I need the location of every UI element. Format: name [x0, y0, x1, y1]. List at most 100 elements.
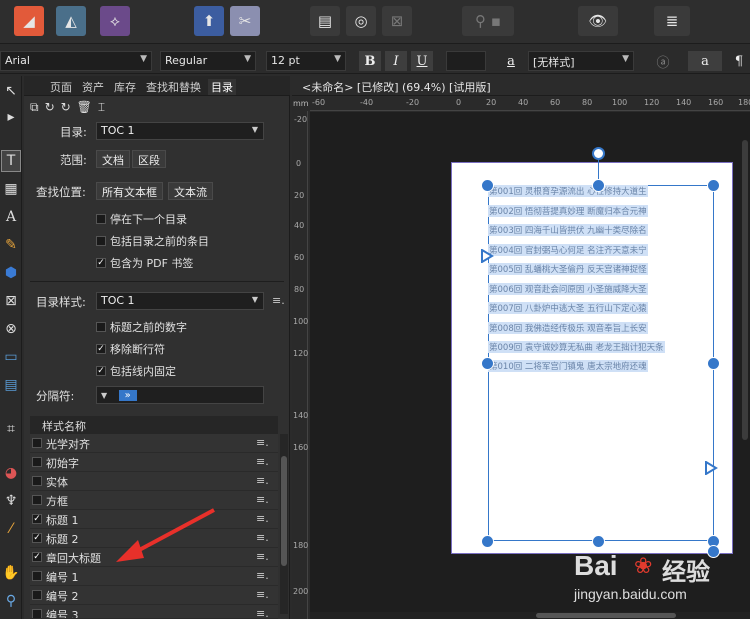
include-before-checkbox[interactable]	[96, 236, 106, 246]
include-inline-checkbox[interactable]: ✓	[96, 366, 106, 376]
toc-line[interactable]: 第008回 我佛造经传极乐 观音奉旨上长安	[488, 322, 648, 334]
designer-persona-icon[interactable]: ◭	[56, 6, 86, 36]
text-color-select[interactable]	[446, 51, 486, 71]
text-frame-tool-icon[interactable]: T	[1, 150, 21, 172]
image-tool-icon[interactable]: ▭	[1, 346, 21, 368]
toc-line[interactable]: 第005回 乱蟠桃大圣偷丹 反天宫诸神捉怪	[488, 263, 648, 275]
resize-handle-l[interactable]	[481, 357, 494, 370]
toc-select[interactable]: TOC 1 ▼	[96, 122, 264, 140]
toc-action-icons[interactable]: ⧉↻↻🗑⌶	[30, 100, 111, 115]
resize-handle-tr[interactable]	[707, 179, 720, 192]
toc-line[interactable]: 第007回 八卦炉中逃大圣 五行山下定心猿	[488, 302, 648, 314]
style-list-scroll-thumb[interactable]	[281, 456, 287, 566]
style-menu-icon[interactable]: ≡.	[256, 455, 269, 468]
fill-tool-icon[interactable]: ♆	[1, 490, 21, 512]
char-style-icon[interactable]: a	[500, 51, 522, 71]
picture-frame-icon[interactable]: ⊠	[1, 290, 21, 312]
font-family-select[interactable]: Arial ▼	[0, 51, 152, 71]
style-menu-icon[interactable]: ≡.	[256, 436, 269, 449]
scope-section-button[interactable]: 区段	[132, 150, 166, 168]
style-row[interactable]: 编号 1 ≡.	[30, 567, 278, 586]
style-menu-icon[interactable]: ≡.	[256, 474, 269, 487]
text-style-select[interactable]: [无样式] ▼	[528, 51, 634, 71]
style-checkbox[interactable]: ✓	[32, 533, 42, 543]
horizontal-ruler[interactable]: -60 -40 -20 0 20 40 60 80 100 120 140 16…	[310, 97, 750, 111]
share-icon[interactable]: ⬆	[194, 6, 224, 36]
toc-line[interactable]: 第002回 悟彻菩提真妙理 断魔归本合元神	[488, 205, 648, 217]
document-canvas[interactable]: 第001回 灵根育孕源流出 心性修持大道生 第002回 悟彻菩提真妙理 断魔归本…	[310, 112, 750, 619]
color-picker-icon[interactable]: ◕	[1, 462, 21, 484]
document-page[interactable]: 第001回 灵根育孕源流出 心性修持大道生 第002回 悟彻菩提真妙理 断魔归本…	[451, 147, 733, 558]
style-checkbox[interactable]	[32, 438, 42, 448]
tab-pages[interactable]: 页面	[50, 79, 72, 95]
tab-toc[interactable]: 目录	[208, 79, 236, 95]
resize-handle-tl[interactable]	[481, 179, 494, 192]
toc-line[interactable]: 第009回 袁守诚妙算无私曲 老龙王拙计犯天条	[488, 341, 665, 353]
toc-style-select[interactable]: TOC 1 ▼	[96, 292, 264, 310]
style-menu-icon[interactable]: ≡.	[256, 550, 269, 563]
numbers-before-checkbox[interactable]	[96, 322, 106, 332]
style-checkbox[interactable]	[32, 476, 42, 486]
pdf-bookmark-checkbox[interactable]: ✓	[96, 258, 106, 268]
place-tool-icon[interactable]: ▤	[1, 374, 21, 396]
artistic-text-tool-icon[interactable]: A	[1, 206, 21, 228]
table-tool-icon[interactable]: ▦	[1, 178, 21, 200]
style-checkbox[interactable]: ✓	[32, 514, 42, 524]
pin-icon[interactable]: ⚲ ▪	[462, 6, 514, 36]
style-menu-icon[interactable]: ≡.	[256, 569, 269, 582]
flow-out-triangle-icon[interactable]	[704, 461, 718, 475]
style-row[interactable]: 实体 ≡.	[30, 472, 278, 491]
tab-assets[interactable]: 资产	[82, 79, 104, 95]
pen-tool-icon[interactable]: ✎	[1, 234, 21, 256]
toc-line[interactable]: 第006回 观音赴会问原因 小圣施威降大圣	[488, 283, 648, 295]
toc-line[interactable]: 第010回 二将军宫门镇鬼 唐太宗地府还魂	[488, 360, 648, 372]
char-a-circle-icon[interactable]: ⓐ	[652, 51, 674, 71]
style-checkbox[interactable]	[32, 495, 42, 505]
style-checkbox[interactable]	[32, 457, 42, 467]
paragraph-icon[interactable]: ¶	[728, 51, 750, 71]
find-all-frames-button[interactable]: 所有文本框	[96, 182, 163, 200]
lines-icon[interactable]: ≣	[654, 6, 690, 36]
style-menu-icon[interactable]: ≡.	[256, 588, 269, 601]
style-menu-icon[interactable]: ≡.	[256, 607, 269, 618]
char-a-button[interactable]: a	[688, 51, 722, 71]
hand-tool-icon[interactable]: ✋	[1, 562, 21, 584]
style-menu-icon[interactable]: ≡.	[256, 493, 269, 506]
resize-handle-r[interactable]	[707, 357, 720, 370]
resize-handle-t[interactable]	[592, 179, 605, 192]
font-size-select[interactable]: 12 pt ▼	[266, 51, 346, 71]
toc-line[interactable]: 第004回 官封弼马心何足 名注齐天意未宁	[488, 244, 648, 256]
italic-button[interactable]: I	[385, 51, 407, 71]
scope-document-button[interactable]: 文档	[96, 150, 130, 168]
style-menu-icon[interactable]: ≡.	[256, 512, 269, 525]
shape-tool-icon[interactable]: ⬢	[1, 262, 21, 284]
remove-breaks-checkbox[interactable]: ✓	[96, 344, 106, 354]
zoom-tool-icon[interactable]: ⚲	[1, 590, 21, 612]
style-row[interactable]: 初始字 ≡.	[30, 453, 278, 472]
style-row[interactable]: 编号 2 ≡.	[30, 586, 278, 605]
ellipse-frame-icon[interactable]: ⊗	[1, 318, 21, 340]
move-tool-icon[interactable]: ↖	[1, 80, 21, 102]
toc-line[interactable]: 第003回 四海千山皆拱伏 九幽十类尽除名	[488, 224, 648, 236]
style-checkbox[interactable]	[32, 571, 42, 581]
photo-persona-icon[interactable]: ⟡	[100, 6, 130, 36]
find-text-flow-button[interactable]: 文本流	[168, 182, 213, 200]
document-title[interactable]: <未命名> [已修改] (69.4%) [试用版]	[302, 79, 491, 95]
style-checkbox[interactable]	[32, 609, 42, 618]
toc-line[interactable]: 第001回 灵根育孕源流出 心性修持大道生	[488, 185, 648, 197]
font-weight-select[interactable]: Regular ▼	[160, 51, 256, 71]
publisher-persona-icon[interactable]: ◢	[14, 6, 44, 36]
stop-next-checkbox[interactable]	[96, 214, 106, 224]
underline-button[interactable]: U	[411, 51, 433, 71]
tab-stock[interactable]: 库存	[114, 79, 136, 95]
target-icon[interactable]: ◎	[346, 6, 376, 36]
close-square-icon[interactable]: ⊠	[382, 6, 412, 36]
tab-find-replace[interactable]: 查找和替换	[146, 79, 201, 95]
style-checkbox[interactable]: ✓	[32, 552, 42, 562]
style-row[interactable]: 光学对齐 ≡.	[30, 434, 278, 453]
style-menu-icon[interactable]: ≡.	[256, 531, 269, 544]
style-checkbox[interactable]	[32, 590, 42, 600]
toc-style-menu-icon[interactable]: ≡.	[272, 294, 285, 307]
color-adjust-icon[interactable]: ✂	[230, 6, 260, 36]
style-row[interactable]: 编号 3 ≡.	[30, 605, 278, 619]
